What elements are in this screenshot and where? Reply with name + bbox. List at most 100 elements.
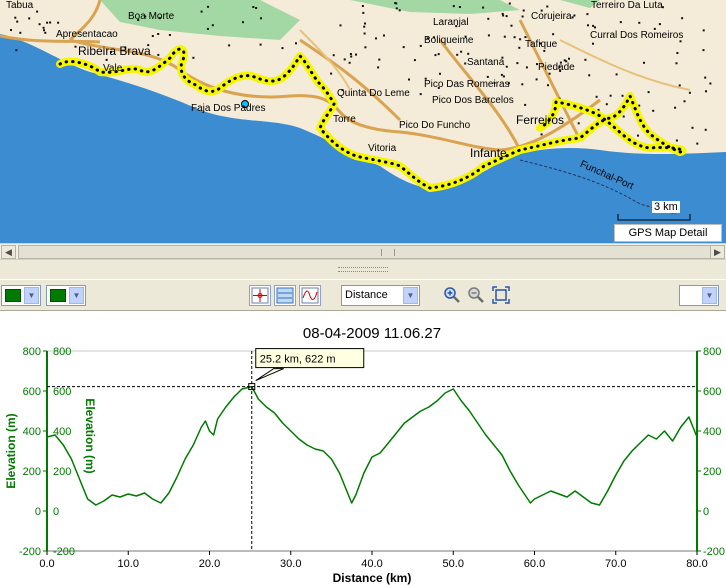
- poi-dot: [349, 53, 352, 55]
- scroll-grip-icon: [381, 249, 395, 256]
- poi-dot: [46, 21, 49, 24]
- poi-dot: [252, 6, 255, 8]
- poi-dot: [395, 2, 398, 5]
- x-tick-label: 30.0: [280, 558, 301, 570]
- poi-dot: [704, 128, 707, 131]
- poi-dot: [658, 23, 661, 26]
- elevation-series-line[interactable]: [46, 385, 698, 506]
- crosshair-icon[interactable]: [249, 285, 271, 306]
- poi-dot: [584, 58, 587, 61]
- poi-dot: [260, 17, 262, 20]
- poi-dot: [413, 59, 416, 62]
- poi-dot: [674, 106, 677, 109]
- place-label: Pico Das Romeiras: [424, 79, 510, 90]
- poi-dot: [452, 5, 455, 8]
- poi-dot: [586, 13, 589, 16]
- poi-dot: [377, 66, 380, 69]
- fill-color-picker[interactable]: ▼: [46, 285, 86, 306]
- poi-dot: [594, 26, 596, 29]
- chevron-down-icon[interactable]: ▼: [702, 287, 717, 304]
- poi-dot: [43, 29, 45, 32]
- poi-dot: [543, 49, 546, 52]
- chevron-down-icon[interactable]: ▼: [403, 287, 418, 304]
- x-tick-label: 40.0: [361, 558, 382, 570]
- chevron-down-icon[interactable]: ▼: [69, 287, 84, 304]
- poi-dot: [15, 49, 18, 52]
- poi-dot: [547, 84, 549, 87]
- horizontal-scrollbar[interactable]: ◀ ▶: [0, 243, 726, 259]
- gps-map[interactable]: Tabua Boa Morte Apresentacao Ribeira Brava V…: [0, 0, 726, 243]
- x-axis-select[interactable]: Distance ▼: [341, 285, 420, 306]
- poi-dot: [546, 5, 549, 8]
- map-detail-label: GPS Map Detail: [614, 224, 722, 242]
- place-label: Pico Dos Barcelos: [432, 95, 514, 106]
- elevation-chart[interactable]: 08-04-2009 11.06.27 800 800 800 600 600 600 400…: [0, 311, 726, 585]
- poi-dot: [362, 11, 365, 14]
- poi-dot: [592, 24, 595, 27]
- poi-dot: [621, 94, 624, 97]
- elevation-chart-svg[interactable]: 08-04-2009 11.06.27 800 800 800 600 600 600 400…: [0, 311, 726, 585]
- poi-dot: [678, 84, 681, 87]
- poi-dot: [709, 82, 712, 85]
- poi-dot: [503, 35, 506, 38]
- poi-dot: [467, 52, 470, 55]
- poi-dot: [361, 5, 364, 7]
- scroll-left-button[interactable]: ◀: [1, 245, 16, 259]
- poi-dot: [675, 62, 678, 65]
- x-tick-label: 20.0: [199, 558, 220, 570]
- scroll-thumb[interactable]: [18, 245, 712, 259]
- place-label: Vale: [103, 63, 123, 74]
- poi-dot: [19, 31, 22, 34]
- poi-dot: [395, 7, 398, 10]
- poi-dot: [458, 6, 461, 8]
- chevron-down-icon[interactable]: ▼: [24, 287, 39, 304]
- poi-dot: [521, 15, 524, 18]
- color-picker-blank[interactable]: ▼: [679, 285, 719, 306]
- poi-dot: [696, 142, 699, 145]
- poi-dot: [192, 56, 195, 59]
- poi-dot: [683, 100, 686, 103]
- scroll-right-button[interactable]: ▶: [710, 245, 725, 259]
- poi-dot: [339, 24, 342, 27]
- poi-dot: [563, 59, 566, 62]
- poi-dot: [676, 52, 679, 54]
- x-tick-label: 10.0: [118, 558, 139, 570]
- poi-dot: [375, 37, 377, 40]
- y-tick-label-inner: -200: [53, 546, 75, 558]
- place-label: Torre: [333, 114, 356, 125]
- zoom-fit-icon[interactable]: [492, 286, 510, 304]
- line-color-picker[interactable]: ▼: [1, 285, 41, 306]
- place-label: Tabua: [6, 0, 34, 11]
- poi-dot: [505, 15, 508, 18]
- horizontal-lines-icon[interactable]: [274, 285, 296, 306]
- poi-dot: [295, 42, 297, 45]
- y-axis-label: Elevation (m): [4, 413, 18, 488]
- place-label: Piedade: [538, 62, 575, 73]
- poi-dot: [211, 24, 214, 27]
- poi-dot: [518, 46, 521, 49]
- poi-dot: [705, 90, 707, 93]
- y-tick-label: 0: [35, 506, 41, 518]
- wave-graph-icon[interactable]: [299, 285, 321, 306]
- x-tick-label: 50.0: [443, 558, 464, 570]
- poi-dot: [516, 62, 519, 65]
- poi-dot: [10, 29, 12, 31]
- poi-dot: [456, 53, 459, 56]
- poi-dot: [350, 55, 353, 58]
- poi-dot: [332, 54, 335, 57]
- splitter-grip-icon[interactable]: [338, 267, 388, 272]
- zoom-in-icon[interactable]: [443, 286, 461, 304]
- place-label: Apresentacao: [56, 29, 118, 40]
- y-tick-label-right: 400: [703, 426, 721, 438]
- poi-dot: [419, 44, 422, 47]
- y-axis-label-secondary: Elevation (m): [83, 398, 97, 473]
- poi-dot: [168, 34, 171, 36]
- poi-dot: [105, 58, 108, 61]
- place-label: Vitoria: [368, 143, 397, 154]
- place-label: Ferreiros: [516, 113, 565, 127]
- poi-dot: [521, 83, 524, 86]
- poi-dot: [207, 5, 209, 8]
- poi-dot: [573, 14, 576, 17]
- zoom-out-icon[interactable]: [467, 286, 485, 304]
- poi-dot: [36, 10, 39, 13]
